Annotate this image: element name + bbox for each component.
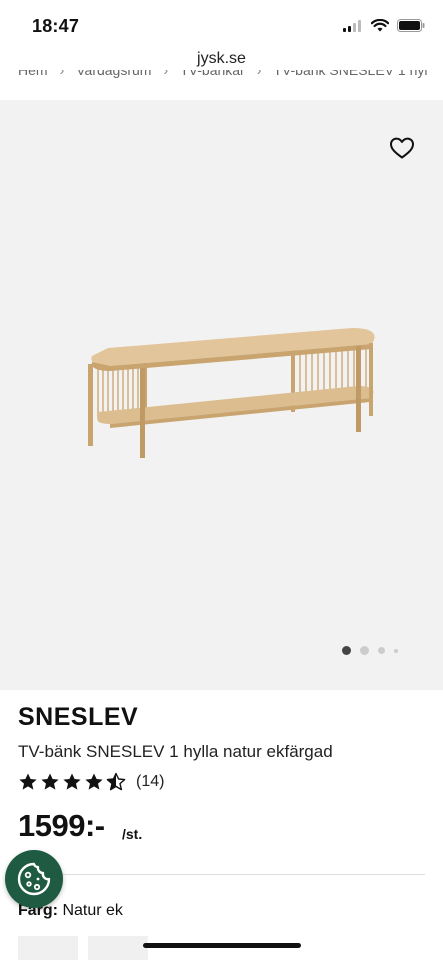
star-filled-icon [85, 773, 103, 790]
product-description: TV-bänk SNESLEV 1 hylla natur ekfärgad [18, 742, 333, 761]
breadcrumb-separator: › [256, 70, 262, 78]
star-filled-icon [63, 773, 81, 790]
price-unit: /st. [122, 826, 143, 842]
product-image[interactable] [80, 320, 380, 465]
product-name: SNESLEV [18, 703, 139, 731]
breadcrumb-living-room[interactable]: Vardagsrum [76, 70, 151, 78]
home-indicator[interactable] [143, 943, 301, 948]
gallery-dot[interactable] [360, 646, 369, 655]
cookie-settings-button[interactable] [5, 850, 63, 908]
status-icons [343, 19, 425, 32]
breadcrumb-home[interactable]: Hem [18, 70, 48, 78]
breadcrumb: Hem › Vardagsrum › TV-bänkar › TV-bänk S… [18, 70, 427, 82]
product-price: 1599:- [18, 808, 105, 843]
status-time: 18:47 [32, 16, 80, 36]
gallery-pagination[interactable] [342, 646, 398, 655]
wifi-icon [371, 19, 389, 32]
star-filled-icon [19, 773, 37, 790]
breadcrumb-separator: › [59, 70, 65, 78]
breadcrumb-current: TV-bänk SNESLEV 1 hyl [273, 70, 428, 78]
divider [18, 874, 425, 875]
breadcrumb-tv-benches[interactable]: TV-bänkar [180, 70, 245, 78]
star-half-icon [106, 772, 126, 791]
status-bar: 18:47 [0, 0, 443, 48]
heart-icon[interactable] [389, 136, 415, 160]
url-text: jysk.se [197, 50, 246, 67]
color-value: Natur ek [62, 902, 123, 919]
color-swatch[interactable] [18, 936, 78, 960]
gallery-dot[interactable] [378, 647, 385, 654]
review-count[interactable]: (14) [136, 773, 164, 791]
gallery-dot[interactable] [394, 648, 398, 653]
star-filled-icon [41, 773, 59, 790]
cookie-icon [17, 862, 51, 896]
rating[interactable]: (14) [18, 772, 164, 792]
gallery-dot-active[interactable] [342, 646, 351, 655]
signal-icon [343, 19, 361, 32]
battery-icon [397, 19, 425, 32]
breadcrumb-separator: › [163, 70, 169, 78]
color-swatch[interactable] [88, 936, 148, 960]
